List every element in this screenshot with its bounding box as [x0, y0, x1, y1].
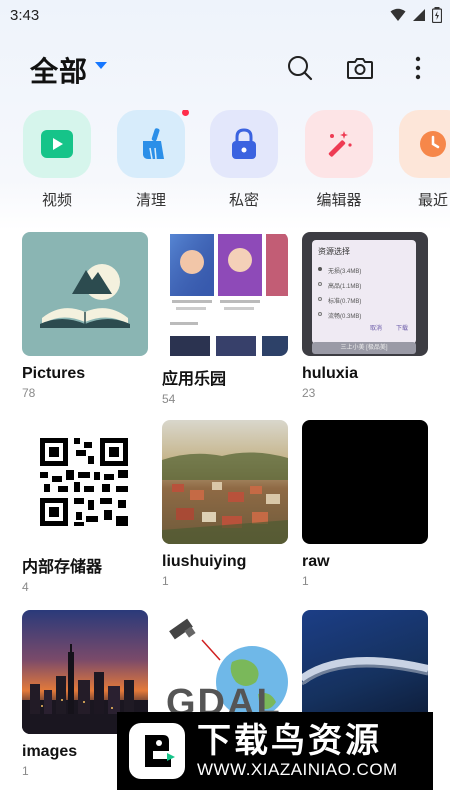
- album-name: liushuiying: [162, 553, 247, 570]
- bird-logo-icon: [129, 723, 185, 779]
- dialog-option: 流畅(0.3MB): [328, 314, 362, 320]
- camera-button[interactable]: [342, 50, 378, 86]
- quick-action-label: 私密: [228, 192, 259, 209]
- status-bar: 3:43: [0, 0, 450, 30]
- town-photo: [162, 452, 288, 544]
- search-icon: [288, 56, 313, 81]
- dialog-title: 资源选择: [318, 247, 350, 256]
- battery-icon: [432, 7, 442, 23]
- album-internal-storage[interactable]: 内部存储器 4: [22, 420, 148, 594]
- search-button[interactable]: [282, 50, 318, 86]
- recent-tile: [399, 110, 450, 178]
- dialog-option: 无损(3.4MB): [328, 269, 362, 275]
- notification-badge: [182, 110, 189, 116]
- quick-action-recent[interactable]: 最近: [398, 110, 450, 210]
- album-count: 23: [302, 386, 316, 400]
- album-thumbnail: [302, 420, 428, 544]
- quick-action-video[interactable]: 视频: [22, 110, 92, 210]
- album-raw[interactable]: raw 1: [302, 420, 428, 588]
- download-dialog: 资源选择 无损(3.4MB) 高品(1.1MB) 标准(0.7MB) 流畅(0.…: [312, 240, 416, 344]
- album-name: huluxia: [302, 365, 359, 382]
- dialog-cancel: 取消: [369, 326, 382, 332]
- video-tile: [23, 110, 91, 178]
- quick-action-label: 编辑器: [316, 192, 362, 209]
- signal-icon: [413, 9, 425, 21]
- album-thumbnail: [162, 232, 288, 356]
- clock-icon: [420, 131, 446, 157]
- quick-action-editor[interactable]: 编辑器: [304, 110, 374, 210]
- album-count: 1: [302, 574, 309, 588]
- album-count: 1: [162, 574, 169, 588]
- album-thumbnail: [22, 420, 148, 544]
- album-count: 78: [22, 386, 36, 400]
- album-name: 应用乐园: [162, 371, 227, 388]
- dialog-download: 下载: [395, 326, 408, 332]
- album-huluxia[interactable]: 资源选择 无损(3.4MB) 高品(1.1MB) 标准(0.7MB) 流畅(0.…: [302, 232, 428, 400]
- album-name: Pictures: [22, 365, 86, 382]
- camera-icon: [347, 58, 373, 79]
- quick-action-private[interactable]: 私密: [209, 110, 279, 210]
- app-screenshot-illustration: [170, 234, 288, 356]
- caret-down-icon[interactable]: [95, 62, 107, 70]
- album-app-paradise[interactable]: 应用乐园 54: [162, 232, 288, 406]
- editor-tile: [305, 110, 373, 178]
- more-options-button[interactable]: [400, 50, 436, 86]
- quick-action-label: 最近: [417, 192, 448, 209]
- lock-icon: [232, 128, 256, 159]
- page-title[interactable]: 全部: [30, 50, 88, 90]
- top-bar: 全部: [0, 40, 450, 96]
- album-thumbnail: [162, 420, 288, 544]
- private-tile: [210, 110, 278, 178]
- watermark-title: 下载鸟资源: [197, 722, 382, 760]
- album-thumbnail: 资源选择 无损(3.4MB) 高品(1.1MB) 标准(0.7MB) 流畅(0.…: [302, 232, 428, 356]
- quick-action-label: 视频: [41, 192, 72, 209]
- dialog-option: 标准(0.7MB): [328, 299, 362, 305]
- qr-code-image: [40, 438, 128, 526]
- album-count: 4: [22, 580, 29, 594]
- dialog-option: 高品(1.1MB): [328, 284, 362, 290]
- more-vertical-icon: [415, 56, 421, 80]
- status-time: 3:43: [10, 7, 40, 24]
- book-illustration: [40, 264, 130, 328]
- album-name: 内部存储器: [22, 559, 103, 576]
- album-name: raw: [302, 553, 330, 570]
- wifi-icon: [390, 8, 406, 21]
- clean-tile: [117, 110, 189, 178]
- broom-icon: [143, 128, 164, 160]
- watermark-banner: 下载鸟资源 WWW.XIAZAINIAO.COM: [117, 712, 433, 790]
- watermark-url: WWW.XIAZAINIAO.COM: [197, 760, 398, 779]
- quick-action-clean[interactable]: 清理: [116, 110, 189, 210]
- album-liushuiying[interactable]: liushuiying 1: [162, 420, 288, 588]
- play-icon: [41, 130, 73, 158]
- quick-actions: 视频 清理 私密 编辑器 最近: [0, 110, 450, 210]
- magic-wand-icon: [328, 131, 352, 157]
- album-count: 54: [162, 392, 176, 406]
- album-pictures[interactable]: Pictures 78: [22, 232, 148, 400]
- dialog-footer: 三上小美 [极品美]: [312, 342, 416, 354]
- album-thumbnail: [22, 232, 148, 356]
- quick-action-label: 清理: [135, 192, 166, 209]
